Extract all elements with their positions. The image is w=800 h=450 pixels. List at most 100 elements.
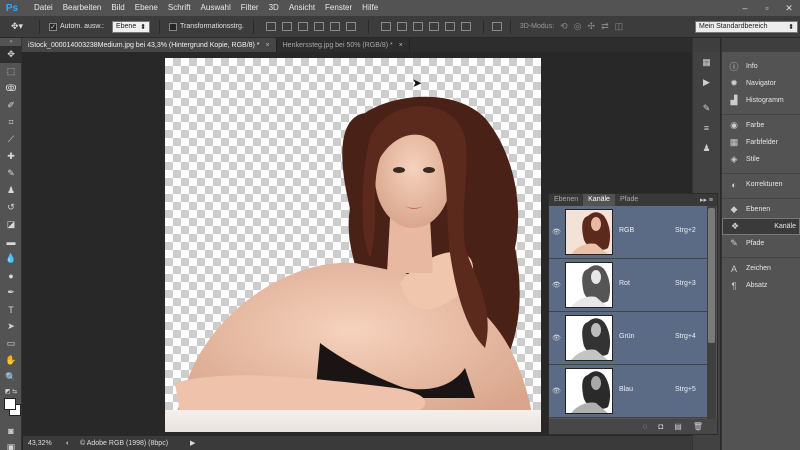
menu-bearbeiten[interactable]: Bearbeiten	[58, 0, 107, 16]
crop-tool-icon[interactable]: ⌗	[0, 114, 22, 131]
panel-button-adjustments[interactable]: ◐ Korrekturen	[722, 176, 800, 193]
align-hcenter-icon[interactable]	[329, 22, 340, 31]
auto-align-icon[interactable]	[491, 22, 502, 31]
auto-select-dropdown[interactable]: Ebene ⬍	[111, 20, 150, 33]
actions-icon[interactable]: ▶	[693, 72, 720, 92]
auto-select-checkbox[interactable]: ✓	[49, 22, 57, 31]
panel-button-histogram[interactable]: ▟ Histogramm	[722, 92, 800, 109]
tab-paths[interactable]: Pfade	[615, 194, 643, 206]
panel-button-color[interactable]: ◉ Farbe	[722, 117, 800, 134]
move-tool-preset[interactable]: ✥▾	[0, 16, 34, 38]
panel-button-paths[interactable]: ✎ Pfade	[722, 235, 800, 252]
brush-panel-icon[interactable]: ≡	[693, 118, 720, 138]
default-colors-icon[interactable]: ◩ ⇆	[0, 386, 22, 396]
load-selection-icon[interactable]: ◌	[643, 422, 648, 431]
new-channel-icon[interactable]: ▤	[674, 422, 682, 431]
visibility-eye-icon[interactable]: 👁	[552, 228, 561, 236]
screen-mode-icon[interactable]: ▣	[0, 439, 22, 450]
menu-hilfe[interactable]: Hilfe	[357, 0, 383, 16]
distribute-bottom-icon[interactable]	[412, 22, 423, 31]
panel-button-navigator[interactable]: ✹ Navigator	[722, 75, 800, 92]
panel-button-layers[interactable]: ◆ Ebenen	[722, 201, 800, 218]
3d-rotate-icon[interactable]: ⟲	[560, 21, 568, 32]
panel-button-info[interactable]: ⓘ Info	[722, 58, 800, 75]
distribute-left-icon[interactable]	[428, 22, 439, 31]
clone-source-icon[interactable]: ♟	[693, 138, 720, 158]
eraser-tool-icon[interactable]: ◪	[0, 216, 22, 233]
type-tool-icon[interactable]: T	[0, 301, 22, 318]
move-tool-icon[interactable]: ✥	[0, 46, 22, 63]
menu-bild[interactable]: Bild	[106, 0, 129, 16]
document-tab-henkerssteg[interactable]: Henkerssteg.jpg bei 50% (RGB/8) * ×	[277, 38, 410, 52]
document-tab-istock[interactable]: iStock_000014003238Medium.jpg bei 43,3% …	[22, 38, 277, 52]
distribute-top-icon[interactable]	[380, 22, 391, 31]
healing-brush-tool-icon[interactable]: ✚	[0, 148, 22, 165]
channel-row-blue[interactable]: 👁 Blau Strg+5	[549, 365, 709, 418]
menu-schrift[interactable]: Schrift	[163, 0, 196, 16]
tab-layers[interactable]: Ebenen	[549, 194, 583, 206]
3d-roll-icon[interactable]: ◎	[574, 21, 582, 32]
save-selection-icon[interactable]: ◘	[658, 422, 663, 431]
distribute-right-icon[interactable]	[460, 22, 471, 31]
channel-row-rgb[interactable]: 👁 RGB Strg+2	[549, 206, 709, 259]
gradient-tool-icon[interactable]: ▬	[0, 233, 22, 250]
3d-scale-icon[interactable]: ◫	[615, 21, 624, 32]
document-info-icon[interactable]: ◐	[66, 440, 70, 447]
marquee-tool-icon[interactable]: ⬚	[0, 63, 22, 80]
zoom-level[interactable]: 43,32%	[28, 440, 52, 447]
menu-ansicht[interactable]: Ansicht	[284, 0, 320, 16]
quick-mask-icon[interactable]: ◙	[0, 422, 22, 439]
menu-datei[interactable]: Datei	[29, 0, 58, 16]
channel-row-green[interactable]: 👁 Grün Strg+4	[549, 312, 709, 365]
zoom-tool-icon[interactable]: 🔍	[0, 369, 22, 386]
menu-fenster[interactable]: Fenster	[320, 0, 357, 16]
menu-auswahl[interactable]: Auswahl	[196, 0, 236, 16]
lasso-tool-icon[interactable]: ↂ	[0, 80, 22, 97]
panel-button-styles[interactable]: ◈ Stile	[722, 151, 800, 168]
panel-button-channels[interactable]: ❖ Kanäle	[722, 218, 800, 235]
foreground-color-swatch[interactable]	[4, 398, 16, 410]
distribute-hcenter-icon[interactable]	[444, 22, 455, 31]
align-vcenter-icon[interactable]	[281, 22, 292, 31]
align-top-icon[interactable]	[265, 22, 276, 31]
pen-tool-icon[interactable]: ✒	[0, 284, 22, 301]
hand-tool-icon[interactable]: ✋	[0, 352, 22, 369]
delete-channel-icon[interactable]: 🗑	[693, 422, 703, 431]
close-tab-icon[interactable]: ×	[399, 42, 403, 49]
eyedropper-tool-icon[interactable]: ⟋	[0, 131, 22, 148]
path-selection-tool-icon[interactable]: ➤	[0, 318, 22, 335]
visibility-eye-icon[interactable]: 👁	[552, 387, 561, 395]
quick-select-tool-icon[interactable]: ✐	[0, 97, 22, 114]
close-tab-icon[interactable]: ×	[266, 42, 270, 49]
blur-tool-icon[interactable]: 💧	[0, 250, 22, 267]
panel-button-paragraph[interactable]: ¶ Absatz	[722, 277, 800, 294]
menu-filter[interactable]: Filter	[236, 0, 264, 16]
minimize-button[interactable]: –	[734, 0, 756, 16]
panel-button-swatches[interactable]: ▦ Farbfelder	[722, 134, 800, 151]
menu-3d[interactable]: 3D	[264, 0, 284, 16]
panel-collapse-icon[interactable]: »	[0, 38, 22, 46]
dodge-tool-icon[interactable]: ●	[0, 267, 22, 284]
tab-channels[interactable]: Kanäle	[583, 194, 615, 206]
shape-tool-icon[interactable]: ▭	[0, 335, 22, 352]
workspace-dropdown[interactable]: Mein Standardbereich ⬍	[695, 20, 798, 33]
3d-drag-icon[interactable]: ✣	[588, 21, 596, 32]
clone-stamp-tool-icon[interactable]: ♟	[0, 182, 22, 199]
status-menu-arrow[interactable]: ▶	[190, 439, 195, 447]
menu-ebene[interactable]: Ebene	[130, 0, 163, 16]
channel-row-red[interactable]: 👁 Rot Strg+3	[549, 259, 709, 312]
panel-button-character[interactable]: A Zeichen	[722, 260, 800, 277]
image-canvas[interactable]	[165, 58, 541, 432]
history-icon[interactable]: ▦	[693, 52, 720, 72]
align-left-icon[interactable]	[313, 22, 324, 31]
panel-menu-icon[interactable]: ▸▸ ≡	[700, 196, 717, 204]
3d-slide-icon[interactable]: ⇄	[601, 21, 609, 32]
transform-controls-checkbox[interactable]	[168, 22, 177, 31]
history-brush-tool-icon[interactable]: ↺	[0, 199, 22, 216]
visibility-eye-icon[interactable]: 👁	[552, 334, 561, 342]
distribute-vcenter-icon[interactable]	[396, 22, 407, 31]
tool-presets-icon[interactable]: ✎	[693, 98, 720, 118]
align-right-icon[interactable]	[345, 22, 356, 31]
brush-tool-icon[interactable]: ✎	[0, 165, 22, 182]
align-bottom-icon[interactable]	[297, 22, 308, 31]
